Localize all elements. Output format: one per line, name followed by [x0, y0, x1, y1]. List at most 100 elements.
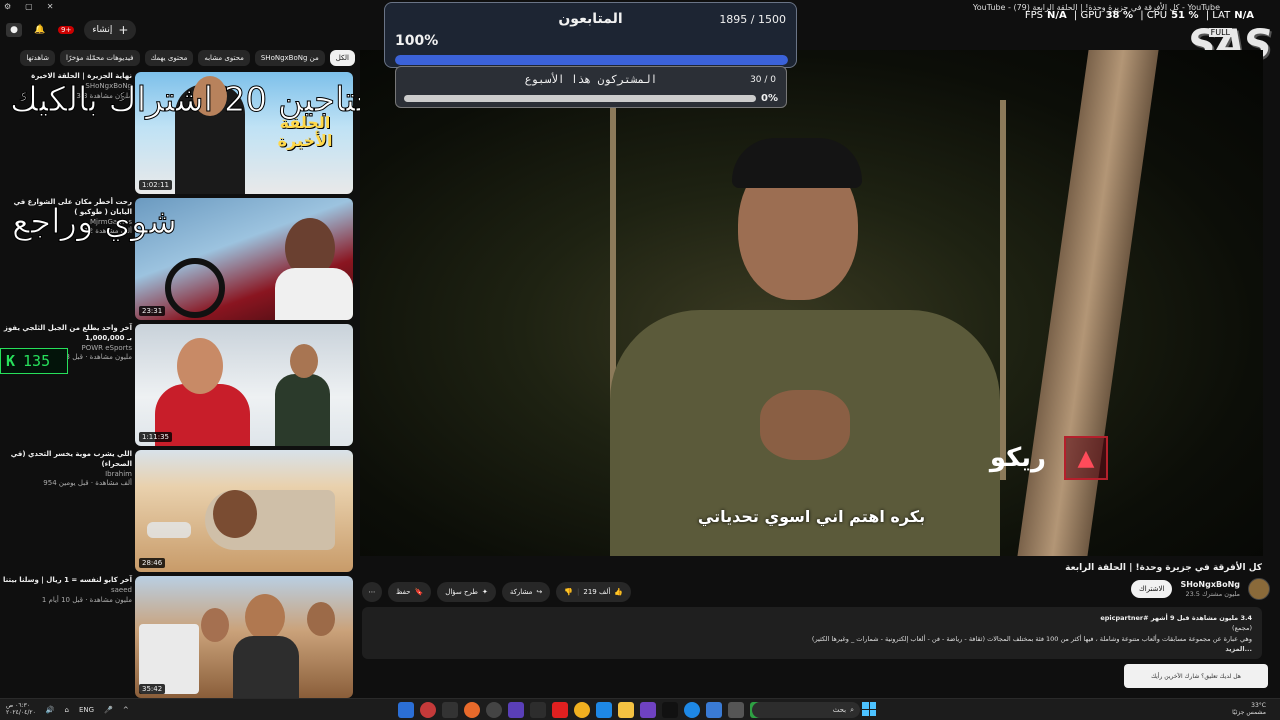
share-icon: ↪	[536, 588, 543, 596]
maximize-icon[interactable]: ▢	[25, 2, 33, 11]
person-face	[245, 594, 285, 640]
save-button[interactable]: حفظ 🔖	[388, 582, 432, 602]
kick-icon: K	[6, 352, 16, 370]
close-icon[interactable]: ✕	[47, 2, 54, 11]
window-controls: ⚙ ▢ ✕	[4, 2, 53, 11]
video-caption: بكره اهتم اني اسوي تحدياتي	[697, 507, 926, 526]
video-description[interactable]: 3.4 مليون مشاهدة قبل 9 أشهر #epicpartner…	[362, 607, 1262, 659]
chevron-up-icon[interactable]: ^	[123, 706, 129, 714]
youtube-app-icon[interactable]	[552, 702, 568, 718]
start-button[interactable]	[862, 702, 876, 716]
mic-icon[interactable]: 🎤	[104, 706, 113, 714]
notification-badge: 9+	[58, 26, 75, 34]
taskbar-search[interactable]: بحث ⌕	[752, 702, 860, 718]
language-indicator[interactable]: ENG	[79, 706, 94, 714]
video-title[interactable]: آخر واحد يطلع من الجبل الثلجي يفوز بـ 1,…	[2, 324, 132, 344]
person-figure	[275, 268, 353, 320]
duration-badge: 35:42	[139, 684, 166, 694]
comment-prompt[interactable]: هل لديك تعليق؟ شارك الآخرين رأيك	[1124, 664, 1268, 688]
settings-icon[interactable]: ⚙	[4, 2, 11, 11]
app-icon-15[interactable]	[706, 702, 722, 718]
kick-counter: K 135	[0, 348, 68, 374]
video-title[interactable]: اللي يشرب موية يخسر التحدي (في الصحراء)	[2, 450, 132, 470]
create-button[interactable]: إنشاء +	[84, 20, 137, 40]
dislike-icon[interactable]: 👎	[564, 588, 573, 596]
channel-avatar[interactable]	[1248, 578, 1270, 600]
chrome-icon[interactable]	[574, 702, 590, 718]
folder-icon[interactable]	[618, 702, 634, 718]
person-hair	[732, 138, 862, 188]
fps-value: N/A	[1046, 10, 1067, 21]
system-tray: ٠٦:٣٠ ص ٢٠٢٤/٠٤/٢٠ 🔊 ⌂ ENG 🎤 ^	[6, 702, 129, 716]
chip-all[interactable]: الكل	[329, 50, 355, 66]
search-placeholder: بحث	[832, 706, 847, 714]
discord-icon[interactable]	[640, 702, 656, 718]
chip-watched[interactable]: شاهدتها	[20, 50, 56, 66]
edge-icon[interactable]	[684, 702, 700, 718]
show-more-link[interactable]: ...المزيد	[372, 644, 1252, 654]
kick-count: 135	[23, 352, 51, 370]
gpu-label: GPU	[1080, 10, 1102, 21]
stream-overlay-text-2: شوي وراجع	[12, 202, 178, 243]
video-channel[interactable]: Ibrahim	[2, 470, 132, 480]
cpu-value: 51 %	[1171, 10, 1199, 21]
tiktok-icon[interactable]	[662, 702, 678, 718]
subs-percent: 0%	[761, 93, 778, 104]
duration-badge: 28:46	[139, 558, 166, 568]
person-face	[213, 490, 257, 538]
subs-count: 30 / 0	[750, 75, 776, 85]
app-icon-1[interactable]	[398, 702, 414, 718]
channel-name[interactable]: SHoNgxBoNg	[1180, 580, 1240, 590]
weather-widget[interactable]: 33°C مشمس جزئيًا	[1232, 702, 1266, 716]
weather-temp: 33°C	[1251, 702, 1266, 709]
notifications-icon[interactable]: 🔔	[32, 23, 48, 37]
subscribe-button[interactable]: الاشتراك	[1130, 580, 1173, 598]
stream-overlay-text: محتاجين 20 اشتراك بالكيك	[10, 80, 397, 121]
video-thumbnail[interactable]: 35:42	[135, 576, 353, 698]
video-player[interactable]: ريكو ▲ بكره اهتم اني اسوي تحدياتي	[360, 50, 1263, 556]
app-icon-2[interactable]	[420, 702, 436, 718]
account-icon[interactable]: ●	[6, 23, 22, 37]
followers-progress-bar	[395, 55, 788, 65]
views-line: 3.4 مليون مشاهدة قبل 9 أشهر #epicpartner	[1100, 614, 1252, 622]
weather-desc: مشمس جزئيًا	[1232, 709, 1266, 717]
like-icon[interactable]: 👍	[614, 588, 623, 596]
more-button[interactable]: ⋯	[362, 582, 382, 602]
subs-progress-bar	[404, 95, 756, 102]
search-icon: ⌕	[850, 705, 854, 714]
volume-icon[interactable]: 🔊	[46, 706, 55, 714]
taskbar-apps	[398, 702, 766, 718]
channel-subs: 23.5 مليون مشترك	[1185, 589, 1240, 598]
fps-label: FPS	[1024, 10, 1043, 21]
network-icon[interactable]: ⌂	[65, 706, 69, 714]
share-button[interactable]: مشاركة ↪	[501, 582, 551, 602]
app-icon-5[interactable]	[486, 702, 502, 718]
app-icon-16[interactable]	[728, 702, 744, 718]
channel-info: الاشتراك SHoNgxBoNg 23.5 مليون مشترك	[1130, 578, 1270, 600]
chip-recent-uploads[interactable]: فيديوهات محمّلة مؤخرًا	[60, 50, 140, 66]
video-thumbnail[interactable]: 1:11:35	[135, 324, 353, 446]
person-hands	[760, 390, 850, 460]
app-icon-7[interactable]	[530, 702, 546, 718]
chip-similar[interactable]: محتوى مشابه	[198, 50, 250, 66]
video-title[interactable]: آخر كابو لنفسه = 1 ريال | وسلنا بيتنا	[2, 576, 132, 586]
app-icon-3[interactable]	[442, 702, 458, 718]
ask-button[interactable]: طرح سؤال ✦	[437, 582, 496, 602]
video-thumbnail[interactable]: 28:46	[135, 450, 353, 572]
team-logo-icon: ▲	[1064, 436, 1108, 480]
video-actions: ⋯ حفظ 🔖 طرح سؤال ✦ مشاركة ↪ 👎 | 219 ألف 👍	[362, 582, 631, 602]
contestant-name: ريكو	[989, 443, 1046, 473]
gpu-value: 38 %	[1105, 10, 1134, 21]
app-icon-6[interactable]	[508, 702, 524, 718]
steering-wheel	[165, 258, 225, 318]
app-icon-10[interactable]	[596, 702, 612, 718]
video-channel[interactable]: saeed	[2, 586, 132, 596]
video-meta: اللي يشرب موية يخسر التحدي (في الصحراء) …	[2, 450, 132, 489]
chip-from-channel[interactable]: من SHoNgxBoNg	[254, 50, 325, 66]
create-label: إنشاء	[92, 25, 113, 35]
chip-for-you[interactable]: محتوى يهمك	[144, 50, 194, 66]
water-bottle	[147, 522, 191, 538]
person-figure-2	[275, 374, 330, 446]
person-face	[177, 338, 223, 394]
app-icon-4[interactable]	[464, 702, 480, 718]
